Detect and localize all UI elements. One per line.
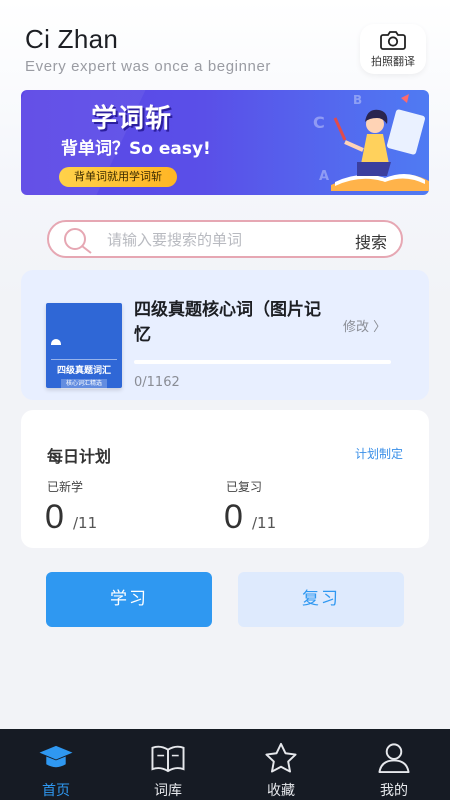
- cover-divider: [51, 359, 117, 360]
- banner-title: 学词斩: [91, 104, 173, 134]
- star-icon: [265, 742, 297, 773]
- svg-text:C: C: [313, 113, 325, 132]
- book-title: 四级真题核心词（图片记忆: [134, 300, 321, 345]
- banner-illustration: C A B: [313, 93, 429, 191]
- tab-home-label: 首页: [42, 783, 70, 799]
- svg-text:B: B: [353, 93, 362, 107]
- review-button[interactable]: 复习: [238, 572, 404, 627]
- reviewed-total: /11: [252, 514, 277, 532]
- tab-home[interactable]: 首页: [0, 729, 112, 800]
- reviewed-label: 已复习: [226, 480, 263, 494]
- daily-plan-card: 每日计划 计划制定 已新学 0 /11 已复习 0 /11: [21, 410, 429, 548]
- tab-profile[interactable]: 我的: [338, 729, 450, 800]
- new-learned-label: 已新学: [47, 480, 84, 494]
- plan-title: 每日计划: [47, 447, 112, 466]
- open-book-icon: [151, 745, 185, 773]
- new-learned-total: /11: [73, 514, 98, 532]
- svg-text:A: A: [319, 169, 329, 184]
- tab-library[interactable]: 词库: [112, 729, 224, 800]
- current-book-card[interactable]: 四级真题词汇 核心词汇精选 四级真题核心词（图片记忆 修改 〉 0/1162: [21, 270, 429, 400]
- graduation-cap-icon: [39, 745, 73, 768]
- banner-pill[interactable]: 背单词就用学词斩: [59, 167, 177, 187]
- tab-favorites[interactable]: 收藏: [225, 729, 337, 800]
- photo-translate-button[interactable]: 拍照翻译: [360, 24, 426, 74]
- book-progress-text: 0/1162: [134, 375, 180, 390]
- cover-subtitle: 核心词汇精选: [61, 379, 107, 389]
- camera-icon: [380, 31, 406, 50]
- tab-favorites-label: 收藏: [267, 783, 295, 799]
- app-slogan: Every expert was once a beginner: [25, 58, 271, 75]
- bottom-tab-bar: 首页 词库 收藏 我的: [0, 729, 450, 800]
- banner-subtitle: 背单词？So easy!: [61, 139, 211, 159]
- search-input[interactable]: [107, 228, 337, 252]
- tab-library-label: 词库: [154, 783, 182, 799]
- search-bar[interactable]: 搜索: [47, 220, 403, 258]
- book-cover: 四级真题词汇 核心词汇精选: [46, 303, 122, 389]
- app-title: Ci Zhan: [25, 24, 119, 54]
- study-button[interactable]: 学习: [46, 572, 212, 627]
- new-learned-count: 0: [45, 498, 64, 536]
- cover-logo-icon: [51, 339, 61, 345]
- search-icon: [64, 228, 92, 254]
- user-icon: [378, 743, 410, 774]
- plan-setup-link[interactable]: 计划制定: [355, 445, 403, 462]
- reviewed-count: 0: [224, 498, 243, 536]
- tab-profile-label: 我的: [380, 783, 408, 799]
- cover-title: 四级真题词汇: [56, 366, 111, 376]
- modify-book-link[interactable]: 修改 〉: [343, 316, 386, 335]
- search-button[interactable]: 搜索: [355, 229, 387, 253]
- photo-translate-label: 拍照翻译: [371, 55, 415, 68]
- book-progress-bar: [134, 360, 391, 364]
